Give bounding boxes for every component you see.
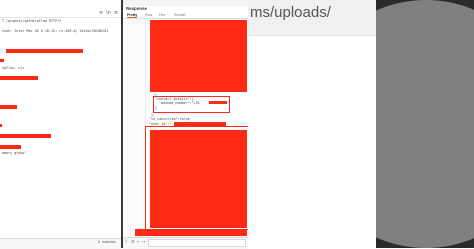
browser-window: [248, 0, 376, 248]
response-search-input[interactable]: [148, 239, 246, 247]
response-title: Response: [126, 6, 147, 11]
code-line: }: [155, 106, 158, 110]
settings-icon[interactable]: ⚙: [131, 239, 135, 244]
help-icon[interactable]: ?: [125, 239, 127, 244]
redacted-block: [209, 101, 227, 104]
matches-count: 0: [98, 240, 100, 244]
tab-raw[interactable]: Raw: [145, 13, 152, 17]
redacted-block: [0, 134, 51, 138]
code-line: "is_cancelled":false,: [149, 117, 192, 121]
forward-icon[interactable]: →: [142, 239, 145, 244]
redacted-block: [0, 124, 2, 127]
menu-icon[interactable]: ≡: [114, 10, 118, 16]
url-text: ms/uploads/: [250, 4, 331, 21]
address-bar-divider: [248, 35, 376, 36]
code-line: "masked_number":"+91: [159, 101, 200, 105]
newline-icon[interactable]: \n: [106, 10, 111, 16]
user-agent-line: tosh; Intel Mac OS X 10.15; rv:109.0) Ge…: [2, 29, 109, 33]
response-panel: Response Pretty Raw Hex Render }, "conta…: [123, 0, 249, 249]
gray-circle: [376, 0, 474, 248]
redacted-block: [6, 49, 83, 53]
tab-hex[interactable]: Hex: [159, 13, 165, 17]
filter-icon[interactable]: ≡: [99, 10, 103, 16]
back-icon[interactable]: ←: [137, 239, 140, 244]
matches-label: matches: [102, 240, 116, 244]
code-fragment: emory_group": [2, 151, 27, 155]
line-gutter: [123, 19, 146, 237]
redacted-block: [150, 130, 247, 228]
request-panel: ≡ \n ≡ T /graphql/getHelpFlow HTTP/2 tos…: [0, 0, 122, 249]
redacted-block: [0, 145, 21, 149]
field-fragment: ipFlow, n/v: [2, 66, 25, 70]
request-line: T /graphql/getHelpFlow HTTP/2: [2, 19, 62, 23]
search-input[interactable]: [2, 240, 62, 245]
redacted-block: [135, 229, 247, 236]
dark-background: [376, 0, 474, 248]
redacted-block: [0, 76, 38, 80]
redacted-block: [150, 20, 247, 92]
redacted-block: [0, 105, 17, 109]
redacted-block: [0, 59, 4, 62]
tab-render[interactable]: Render: [174, 13, 186, 17]
